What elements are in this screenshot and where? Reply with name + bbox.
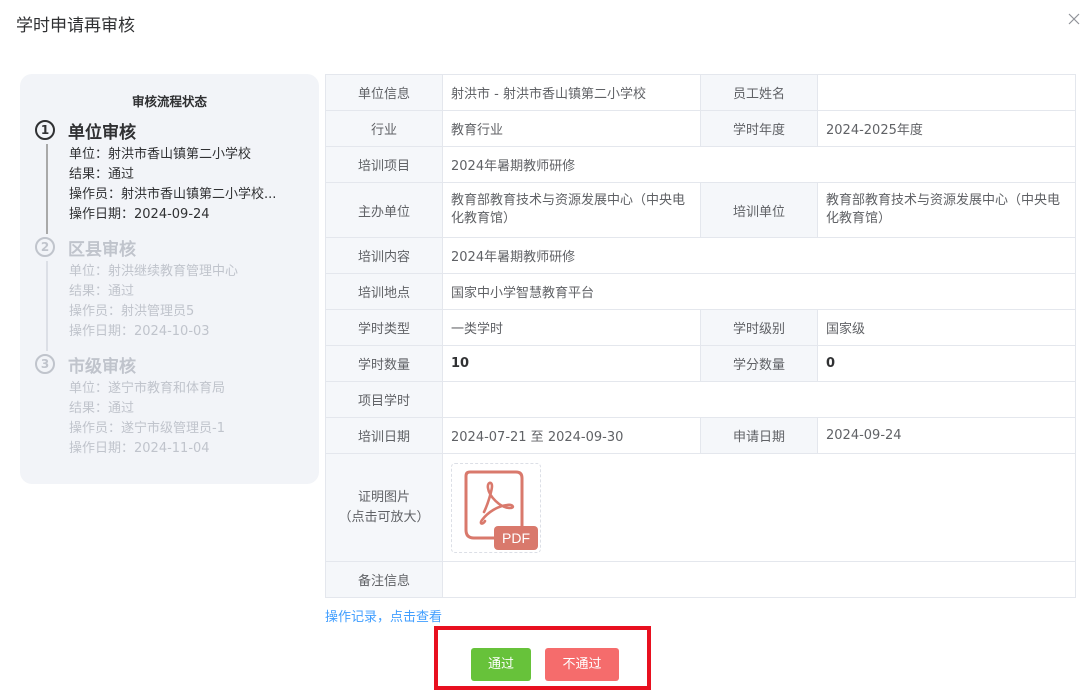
step-name: 市级审核	[68, 357, 136, 377]
proof-image-cell: PDF	[442, 453, 1076, 562]
proof-pdf-thumbnail[interactable]: PDF	[451, 462, 541, 553]
employee-name-value	[817, 74, 1076, 111]
step-operator: 操作员：射洪市香山镇第二小学校...	[69, 187, 277, 202]
pdf-badge: PDF	[502, 529, 530, 546]
approve-button[interactable]: 通过	[471, 648, 531, 681]
step-number: 1	[35, 120, 55, 140]
credits-count-value: 0	[817, 345, 1076, 382]
step-connector	[46, 144, 48, 234]
step-date: 操作日期：2024-10-03	[69, 324, 210, 339]
training-date-label: 培训日期	[325, 417, 443, 454]
step-unit: 单位：射洪市香山镇第二小学校	[69, 147, 252, 162]
hour-level-value: 国家级	[817, 309, 1076, 346]
step-date: 操作日期：2024-11-04	[69, 441, 210, 456]
remark-value	[442, 561, 1076, 598]
project-hours-label: 项目学时	[325, 381, 443, 418]
host-unit-label: 主办单位	[325, 182, 443, 238]
remark-label: 备注信息	[325, 561, 443, 598]
hour-type-label: 学时类型	[325, 309, 443, 346]
step-unit: 单位：遂宁市教育和体育局	[69, 381, 226, 396]
credits-count-label: 学分数量	[700, 345, 818, 382]
industry-label: 行业	[325, 110, 443, 147]
reject-button[interactable]: 不通过	[545, 648, 619, 681]
review-status-panel: 审核流程状态 1 单位审核 单位：射洪市香山镇第二小学校 结果：通过 操作员：射…	[20, 74, 319, 484]
step-result: 结果：通过	[69, 284, 135, 299]
step-name: 区县审核	[68, 240, 136, 260]
hours-count-value: 10	[442, 345, 701, 382]
step-connector	[46, 261, 48, 351]
project-hours-value	[442, 381, 1076, 418]
step-name: 单位审核	[68, 123, 136, 143]
step-result: 结果：通过	[69, 167, 135, 182]
training-content-label: 培训内容	[325, 237, 443, 274]
apply-date-label: 申请日期	[700, 417, 818, 454]
dialog-title: 学时申请再审核	[16, 16, 135, 36]
hour-level-label: 学时级别	[700, 309, 818, 346]
industry-value: 教育行业	[442, 110, 701, 147]
operation-log-link[interactable]: 操作记录，点击查看	[325, 606, 442, 625]
proof-image-label: 证明图片 （点击可放大）	[325, 453, 443, 562]
detail-table: 单位信息 射洪市 - 射洪市香山镇第二小学校 员工姓名 行业 教育行业 学时年度…	[325, 74, 1076, 598]
close-icon[interactable]	[1068, 13, 1080, 25]
step-operator: 操作员：遂宁市级管理员-1	[69, 421, 225, 436]
training-content-value: 2024年暑期教师研修	[442, 237, 1076, 274]
step-date: 操作日期：2024-09-24	[69, 207, 210, 222]
training-date-value: 2024-07-21 至 2024-09-30	[442, 417, 701, 454]
step-number: 2	[35, 237, 55, 257]
step-number: 3	[35, 354, 55, 374]
training-location-value: 国家中小学智慧教育平台	[442, 273, 1076, 310]
hour-type-value: 一类学时	[442, 309, 701, 346]
review-status-title: 审核流程状态	[131, 94, 207, 109]
training-unit-value: 教育部教育技术与资源发展中心（中央电化教育馆）	[817, 182, 1076, 238]
hour-year-value: 2024-2025年度	[817, 110, 1076, 147]
training-unit-label: 培训单位	[700, 182, 818, 238]
proof-image-label-line2: （点击可放大）	[338, 509, 430, 525]
step-result: 结果：通过	[69, 401, 135, 416]
hour-year-label: 学时年度	[700, 110, 818, 147]
training-project-label: 培训项目	[325, 146, 443, 183]
hours-count-label: 学时数量	[325, 345, 443, 382]
training-project-value: 2024年暑期教师研修	[442, 146, 1076, 183]
host-unit-value: 教育部教育技术与资源发展中心（中央电化教育馆）	[442, 182, 701, 238]
training-location-label: 培训地点	[325, 273, 443, 310]
employee-name-label: 员工姓名	[700, 74, 818, 111]
unit-info-value: 射洪市 - 射洪市香山镇第二小学校	[442, 74, 701, 111]
step-unit: 单位：射洪继续教育管理中心	[69, 264, 239, 279]
apply-date-value: 2024-09-24	[817, 417, 1076, 454]
step-operator: 操作员：射洪管理员5	[69, 304, 195, 319]
proof-image-label-line1: 证明图片	[357, 489, 410, 505]
unit-info-label: 单位信息	[325, 74, 443, 111]
